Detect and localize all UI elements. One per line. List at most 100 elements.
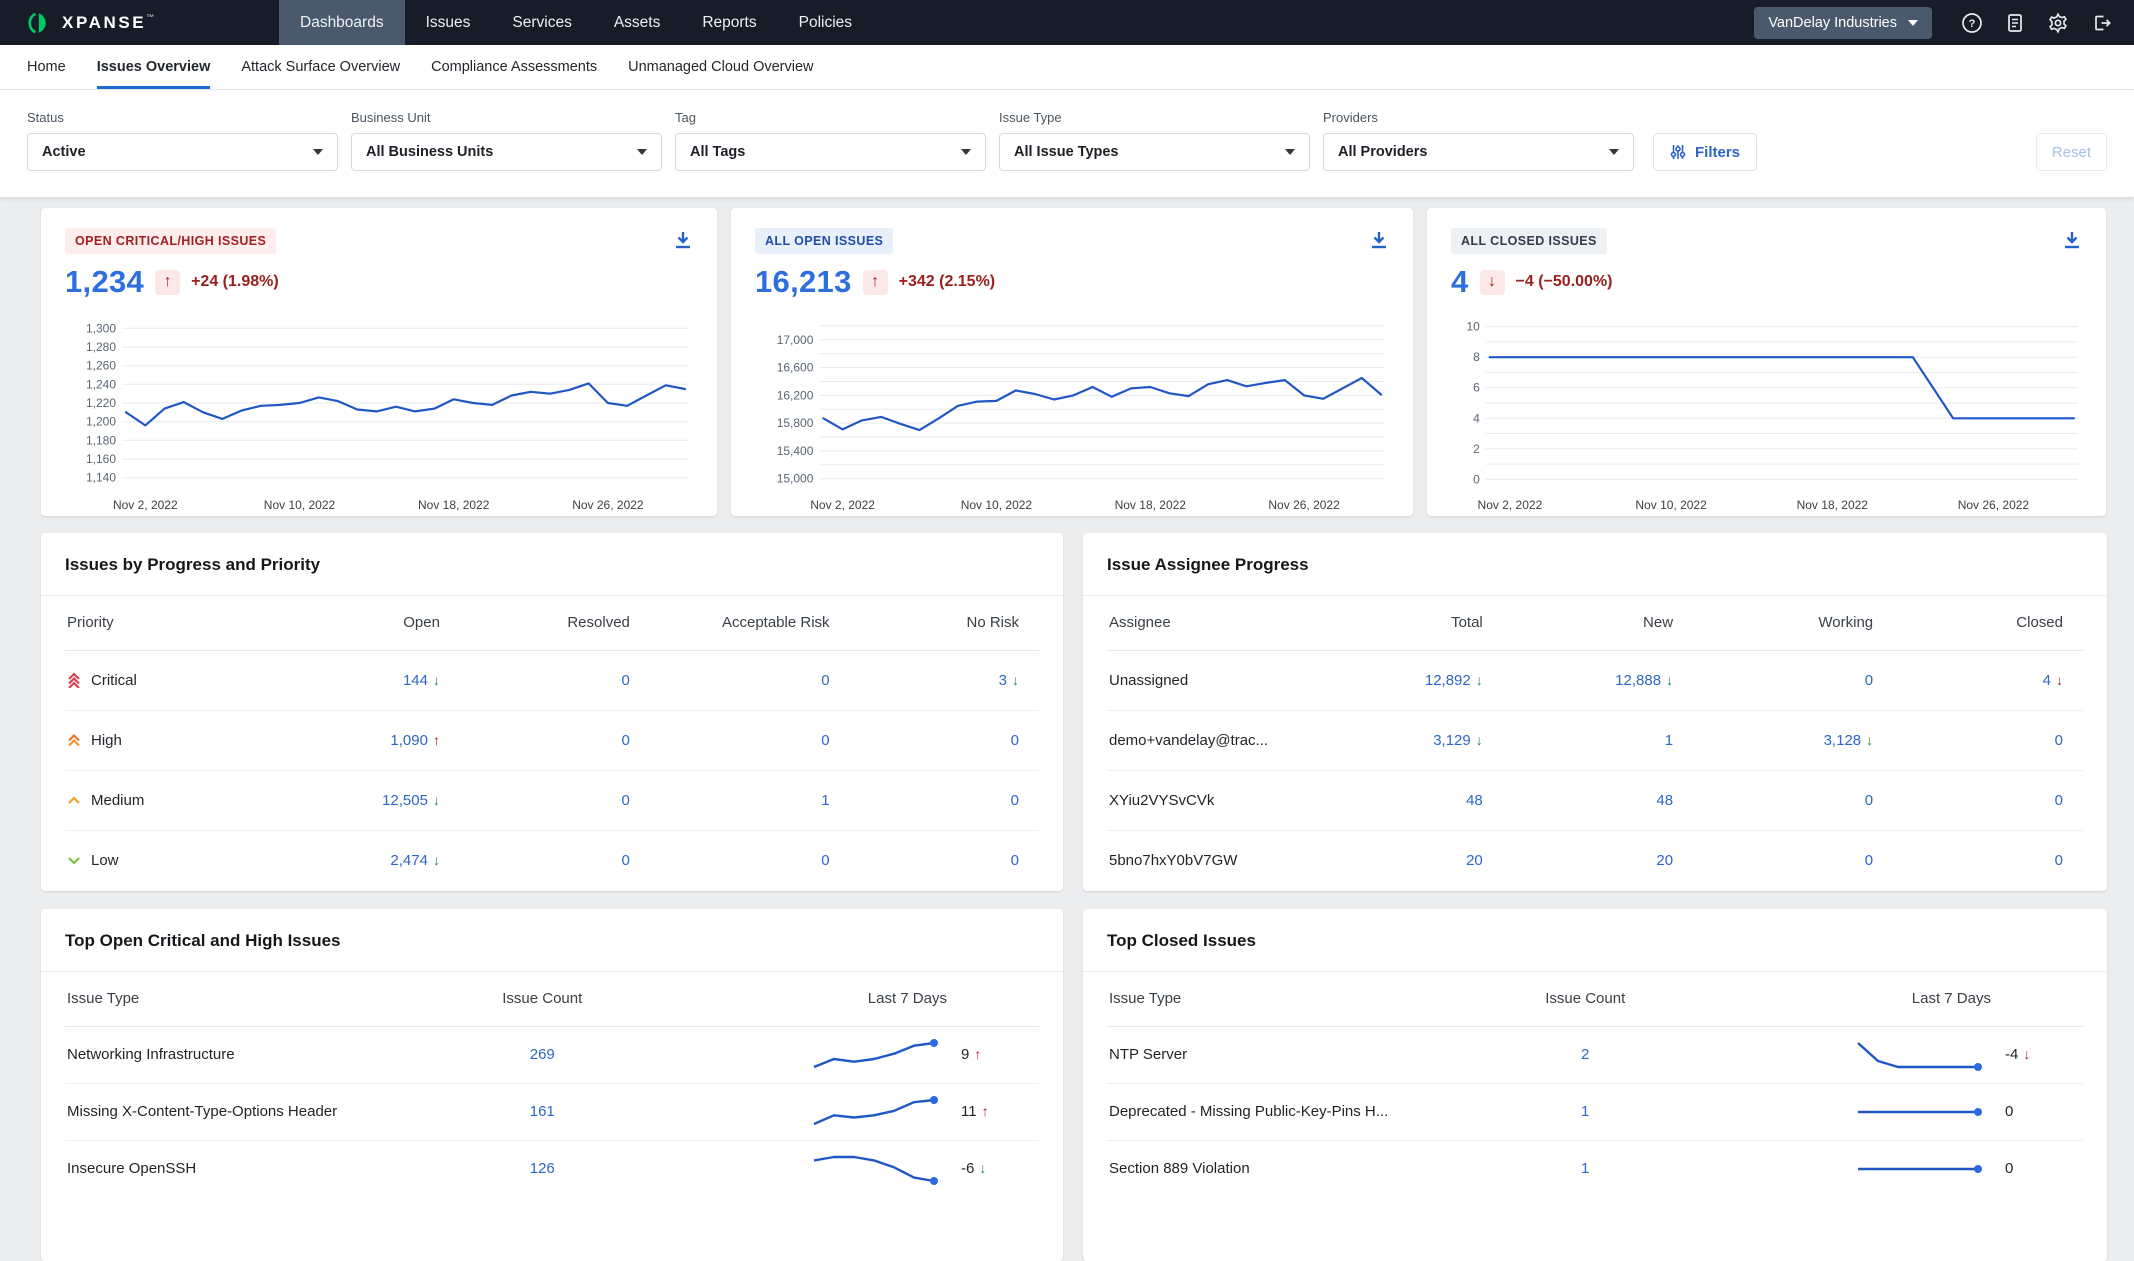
section-title: Top Open Critical and High Issues — [41, 909, 1063, 972]
primary-nav: Dashboards Issues Services Assets Report… — [279, 0, 873, 45]
row-label: 5bno7hxY0bV7GW — [1109, 852, 1322, 869]
nav-item-reports[interactable]: Reports — [681, 0, 777, 45]
trend-up-icon: ↑ — [155, 270, 180, 295]
brand-logo[interactable]: XPANSE™ — [0, 0, 279, 45]
issues-by-progress-card: Issues by Progress and Priority Priority… — [41, 533, 1063, 891]
tab-unmanaged-cloud-overview[interactable]: Unmanaged Cloud Overview — [628, 45, 813, 89]
sliders-icon — [1670, 144, 1686, 160]
metric-link[interactable]: 1 — [821, 792, 829, 809]
nav-item-services[interactable]: Services — [491, 0, 592, 45]
metric-link[interactable]: 0 — [2055, 792, 2063, 809]
business-unit-select[interactable]: All Business Units — [351, 133, 662, 171]
table-row: Insecure OpenSSH126-6↓ — [65, 1140, 1039, 1197]
tab-issues-overview[interactable]: Issues Overview — [97, 45, 211, 89]
metric-link[interactable]: 0 — [2055, 732, 2063, 749]
kpi-value: 1,234 — [65, 264, 144, 300]
metric-link[interactable]: 0 — [622, 852, 630, 869]
tab-attack-surface-overview[interactable]: Attack Surface Overview — [241, 45, 400, 89]
issue-type-label: NTP Server — [1107, 1026, 1497, 1083]
metric-link[interactable]: 0 — [1011, 852, 1019, 869]
nav-item-dashboards[interactable]: Dashboards — [279, 0, 405, 45]
kpi-value: 16,213 — [755, 264, 852, 300]
trend-sparkline — [809, 1152, 939, 1186]
svg-text:Nov 18, 2022: Nov 18, 2022 — [1797, 498, 1869, 512]
all-closed-trend-chart: 0246810Nov 2, 2022Nov 10, 2022Nov 18, 20… — [1451, 309, 2082, 522]
issue-count-link[interactable]: 269 — [530, 1046, 555, 1063]
metric-link[interactable]: 3,128 — [1824, 732, 1862, 749]
metric-link[interactable]: 4 — [2043, 672, 2051, 689]
table-row: Low 2,474 ↓ 0 0 0 — [65, 830, 1039, 890]
metric-link[interactable]: 3 — [999, 672, 1007, 689]
download-icon[interactable] — [2060, 228, 2084, 252]
table-row: demo+vandelay@trac...3,129↓13,128↓0 — [1107, 710, 2083, 770]
metric-link[interactable]: 0 — [622, 672, 630, 689]
trend-sparkline — [809, 1095, 939, 1129]
metric-link[interactable]: 20 — [1656, 852, 1673, 869]
top-nav: XPANSE™ Dashboards Issues Services Asset… — [0, 0, 2134, 45]
metric-link[interactable]: 0 — [821, 672, 829, 689]
metric-link[interactable]: 2,474 — [390, 852, 428, 869]
metric-link[interactable]: 0 — [1011, 792, 1019, 809]
metric-link[interactable]: 48 — [1656, 792, 1673, 809]
metric-link[interactable]: 0 — [2055, 852, 2063, 869]
metric-link[interactable]: 20 — [1466, 852, 1483, 869]
metric-link[interactable]: 1,090 — [390, 732, 428, 749]
sign-out-icon[interactable] — [2090, 12, 2112, 34]
svg-text:Nov 18, 2022: Nov 18, 2022 — [418, 498, 490, 512]
tab-compliance-assessments[interactable]: Compliance Assessments — [431, 45, 597, 89]
metric-link[interactable]: 0 — [1865, 672, 1873, 689]
release-notes-icon[interactable] — [2004, 12, 2026, 34]
issue-count-link[interactable]: 1 — [1581, 1160, 1589, 1177]
download-icon[interactable] — [671, 228, 695, 252]
providers-select[interactable]: All Providers — [1323, 133, 1634, 171]
metric-link[interactable]: 48 — [1466, 792, 1483, 809]
metric-link[interactable]: 12,505 — [382, 792, 428, 809]
issue-count-link[interactable]: 161 — [530, 1103, 555, 1120]
metric-link[interactable]: 12,892 — [1425, 672, 1471, 689]
section-title: Issue Assignee Progress — [1083, 533, 2107, 596]
nav-item-assets[interactable]: Assets — [593, 0, 682, 45]
download-icon[interactable] — [1367, 228, 1391, 252]
metric-link[interactable]: 0 — [622, 732, 630, 749]
account-switcher-button[interactable]: VanDelay Industries — [1754, 7, 1932, 39]
metric-link[interactable]: 0 — [821, 852, 829, 869]
metric-link[interactable]: 0 — [622, 792, 630, 809]
nav-item-issues[interactable]: Issues — [405, 0, 492, 45]
metric-link[interactable]: 1 — [1665, 732, 1673, 749]
trend-down-icon: ↓ — [1012, 672, 1019, 688]
chevron-down-icon — [1285, 149, 1295, 155]
metric-link[interactable]: 144 — [403, 672, 428, 689]
row-label: Low — [67, 852, 279, 869]
issue-count-link[interactable]: 1 — [1581, 1103, 1589, 1120]
metric-link[interactable]: 12,888 — [1615, 672, 1661, 689]
status-select[interactable]: Active — [27, 133, 338, 171]
svg-text:Nov 10, 2022: Nov 10, 2022 — [961, 498, 1033, 512]
settings-icon[interactable] — [2047, 12, 2069, 34]
column-header: Last 7 Days — [630, 972, 1039, 1026]
metric-link[interactable]: 0 — [821, 732, 829, 749]
priority-high-icon — [67, 732, 81, 748]
column-header: Closed — [1873, 596, 2083, 650]
section-title: Issues by Progress and Priority — [41, 533, 1063, 596]
trend-down-icon: ↓ — [433, 852, 440, 868]
metric-link[interactable]: 0 — [1865, 792, 1873, 809]
tag-select[interactable]: All Tags — [675, 133, 986, 171]
metric-link[interactable]: 3,129 — [1433, 732, 1471, 749]
table-row: 5bno7hxY0bV7GW 20 20 0 0 — [1107, 830, 2083, 890]
help-icon[interactable]: ? — [1961, 12, 1983, 34]
issue-type-select[interactable]: All Issue Types — [999, 133, 1310, 171]
issue-count-link[interactable]: 2 — [1581, 1046, 1589, 1063]
kpi-delta: +24 (1.98%) — [191, 273, 279, 291]
issue-count-link[interactable]: 126 — [530, 1160, 555, 1177]
column-header: Open — [279, 596, 440, 650]
kpi-delta: −4 (−50.00%) — [1516, 273, 1613, 291]
reset-button[interactable]: Reset — [2036, 133, 2107, 171]
metric-link[interactable]: 0 — [1011, 732, 1019, 749]
column-header: Issue Type — [65, 972, 455, 1026]
filters-button[interactable]: Filters — [1653, 133, 1757, 171]
bottom-tables-row: Top Open Critical and High Issues Issue … — [41, 909, 2107, 1261]
tab-home[interactable]: Home — [27, 45, 66, 89]
metric-link[interactable]: 0 — [1865, 852, 1873, 869]
row-label: demo+vandelay@trac... — [1109, 732, 1322, 749]
nav-item-policies[interactable]: Policies — [778, 0, 873, 45]
